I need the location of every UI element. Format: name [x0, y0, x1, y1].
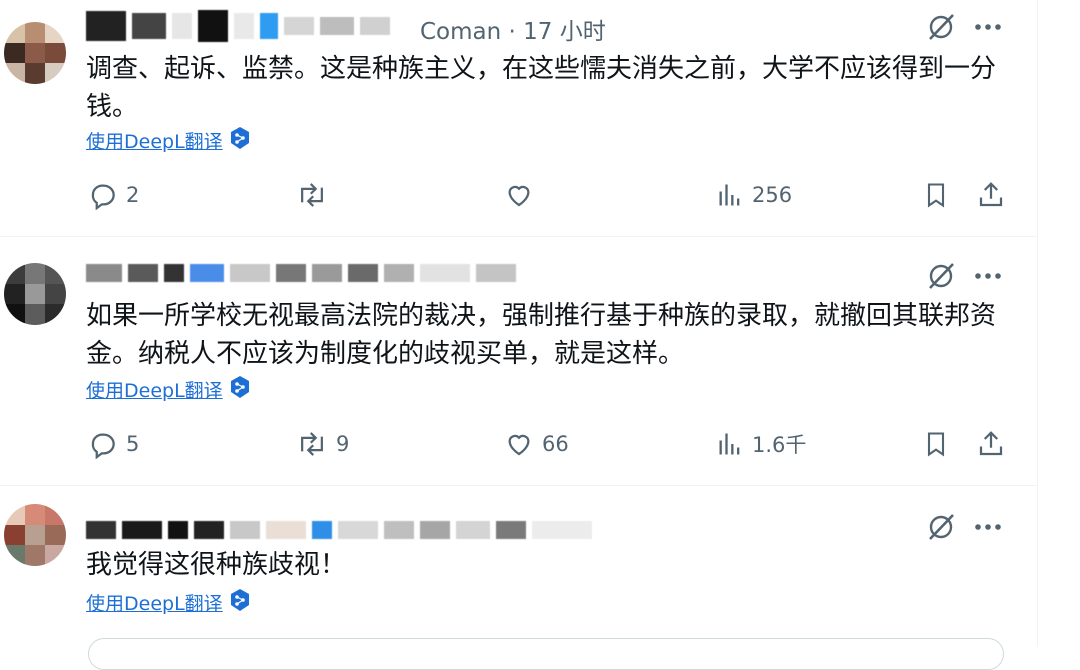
like-button[interactable] [504, 180, 542, 210]
bookmark-icon [922, 429, 950, 459]
tweet-feed: Coman · 17 小时 调查、起诉、监禁。这是种族主义，在这些懦夫消失之前，… [0, 0, 1038, 670]
grok-icon[interactable] [926, 261, 956, 291]
translate-label[interactable]: 使用DeepL翻译 [86, 127, 223, 154]
deepl-icon [229, 126, 251, 154]
grok-icon[interactable] [926, 12, 956, 42]
reply-count: 2 [126, 183, 140, 207]
retweet-count: 9 [336, 432, 350, 456]
views-icon [716, 180, 744, 210]
reply-button[interactable]: 5 [88, 429, 139, 459]
action-bar: 2 256 [86, 176, 1016, 216]
like-button[interactable]: 66 [504, 429, 569, 459]
views-count: 256 [752, 183, 793, 207]
author-name-redacted[interactable] [86, 512, 598, 548]
retweet-button[interactable]: 9 [296, 429, 349, 459]
column-border [1037, 0, 1038, 646]
tweet-2[interactable]: 如果一所学校无视最高法院的裁决，强制推行基于种族的录取，就撤回其联邦资金。纳税人… [0, 237, 1038, 485]
translate-link[interactable]: 使用DeepL翻译 [86, 588, 251, 616]
reply-icon [88, 429, 118, 459]
tweet-text: 调查、起诉、监禁。这是种族主义，在这些懦夫消失之前，大学不应该得到一分钱。 [86, 54, 997, 122]
avatar[interactable] [4, 504, 66, 566]
like-count: 66 [542, 432, 569, 456]
reply-count: 5 [126, 432, 140, 456]
action-bar: 5 9 66 1.6千 [86, 425, 1016, 465]
more-icon[interactable] [974, 523, 1002, 531]
retweet-icon [296, 429, 328, 459]
tweet-3[interactable]: 我觉得这很种族歧视！ 使用DeepL翻译 [0, 486, 1038, 646]
deepl-icon [229, 375, 251, 403]
translate-link[interactable]: 使用DeepL翻译 [86, 375, 251, 403]
bookmark-button[interactable] [922, 429, 950, 459]
like-icon [504, 429, 534, 459]
views-button[interactable]: 1.6千 [716, 429, 806, 459]
translate-link[interactable]: 使用DeepL翻译 [86, 126, 251, 154]
bookmark-icon [922, 180, 950, 210]
avatar[interactable] [4, 22, 66, 84]
retweet-icon [296, 180, 328, 210]
share-icon [976, 429, 1006, 459]
like-icon [504, 180, 534, 210]
views-button[interactable]: 256 [716, 180, 792, 210]
bookmark-button[interactable] [922, 180, 950, 210]
grok-icon[interactable] [926, 512, 956, 542]
translate-label[interactable]: 使用DeepL翻译 [86, 589, 223, 616]
tweet-text: 如果一所学校无视最高法院的裁决，强制推行基于种族的录取，就撤回其联邦资金。纳税人… [86, 301, 997, 369]
more-icon[interactable] [974, 272, 1002, 280]
share-button[interactable] [976, 180, 1006, 210]
views-count: 1.6千 [752, 433, 807, 457]
share-button[interactable] [976, 429, 1006, 459]
tweet-text: 我觉得这很种族歧视！ [86, 550, 347, 580]
author-name-redacted[interactable] [86, 8, 396, 44]
views-icon [716, 429, 744, 459]
tweet-1[interactable]: Coman · 17 小时 调查、起诉、监禁。这是种族主义，在这些懦夫消失之前，… [0, 0, 1038, 236]
handle-and-time[interactable]: Coman · 17 小时 [420, 12, 606, 46]
reply-icon [88, 180, 118, 210]
translate-label[interactable]: 使用DeepL翻译 [86, 376, 223, 403]
share-icon [976, 180, 1006, 210]
avatar[interactable] [4, 263, 66, 325]
reply-box[interactable] [88, 638, 1004, 670]
deepl-icon [229, 588, 251, 616]
author-name-redacted[interactable] [86, 255, 522, 291]
more-icon[interactable] [974, 23, 1002, 31]
reply-button[interactable]: 2 [88, 180, 139, 210]
retweet-button[interactable] [296, 180, 336, 210]
